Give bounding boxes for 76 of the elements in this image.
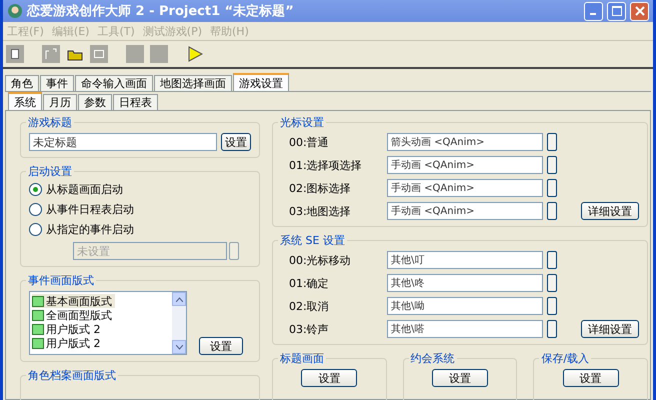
event-field: 未设置 bbox=[73, 242, 227, 260]
value-field[interactable]: 其他\呦 bbox=[387, 297, 543, 315]
chevron-down-icon bbox=[176, 344, 182, 350]
detail-button[interactable]: 详细设置 bbox=[581, 320, 639, 338]
tab[interactable]: 游戏设置 bbox=[233, 73, 289, 91]
group-heading: 保存/载入 bbox=[539, 351, 592, 366]
tab[interactable]: 地图选择画面 bbox=[154, 75, 232, 91]
play-icon bbox=[187, 46, 203, 62]
browse-button[interactable] bbox=[547, 251, 557, 269]
group-heading: 系统 SE 设置 bbox=[278, 233, 347, 248]
radio-label: 从标题画面启动 bbox=[46, 182, 123, 197]
window-title: 恋爱游戏创作大师 2 - Project1 “未定标题” bbox=[27, 2, 295, 20]
browse-button[interactable] bbox=[547, 274, 557, 292]
browse-button[interactable] bbox=[547, 179, 557, 197]
radio-button[interactable] bbox=[29, 203, 42, 216]
browse-button[interactable] bbox=[547, 320, 557, 338]
detail-button[interactable]: 详细设置 bbox=[581, 202, 639, 220]
close-button[interactable] bbox=[630, 2, 649, 20]
browse-button[interactable] bbox=[547, 133, 557, 151]
maximize-button[interactable] bbox=[607, 2, 626, 20]
row-label: 03:地图选择 bbox=[289, 204, 352, 218]
tab[interactable]: 命令输入画面 bbox=[75, 75, 153, 91]
radio-button[interactable] bbox=[29, 183, 42, 196]
value-field[interactable]: 其他\嗒 bbox=[387, 320, 543, 338]
browse-button[interactable] bbox=[547, 297, 557, 315]
browse-button[interactable] bbox=[547, 202, 557, 220]
row-label: 02:图标选择 bbox=[289, 180, 352, 196]
title-field[interactable]: 未定标题 bbox=[29, 133, 217, 151]
value-field[interactable]: 手动画 <QAnim> bbox=[387, 156, 543, 174]
tab[interactable]: 日程表 bbox=[113, 94, 158, 110]
row-label: 00:光标移动 bbox=[289, 252, 352, 268]
value-field[interactable]: 其他\咚 bbox=[387, 274, 543, 292]
tab[interactable]: 参数 bbox=[78, 94, 112, 110]
toolbar-button[interactable] bbox=[186, 45, 204, 63]
list-item[interactable]: 用户版式 2 bbox=[32, 336, 104, 350]
scrollbar[interactable] bbox=[172, 292, 186, 354]
value-field[interactable]: 手动画 <QAnim> bbox=[387, 179, 543, 197]
value-field[interactable]: 箭头动画 <QAnim> bbox=[387, 133, 543, 151]
minimize-button[interactable] bbox=[584, 2, 603, 20]
radio-label: 从事件日程表启动 bbox=[46, 202, 134, 217]
group-heading: 游戏标题 bbox=[26, 115, 74, 130]
close-icon bbox=[634, 6, 644, 16]
list-item[interactable]: 用户版式 2 bbox=[32, 322, 104, 336]
tab[interactable]: 系统 bbox=[8, 92, 42, 110]
tab[interactable]: 角色 bbox=[5, 75, 39, 91]
browse-button[interactable] bbox=[547, 156, 557, 174]
row-label: 01:选择项选择 bbox=[289, 158, 363, 172]
row-label: 03:铃声 bbox=[289, 322, 330, 336]
chevron-up-icon bbox=[176, 296, 182, 302]
group-heading: 约会系统 bbox=[408, 351, 457, 366]
group-heading: 启动设置 bbox=[26, 164, 74, 179]
group-heading: 光标设置 bbox=[278, 115, 326, 130]
set-button[interactable]: 设置 bbox=[432, 369, 488, 387]
group-heading: 标题画面 bbox=[278, 351, 326, 366]
radio-label: 从指定的事件启动 bbox=[46, 222, 134, 237]
set-button[interactable]: 设置 bbox=[301, 369, 358, 387]
app-icon bbox=[7, 3, 23, 19]
radio-button[interactable] bbox=[29, 223, 42, 236]
group-heading: 角色档案画面版式 bbox=[26, 368, 118, 383]
group-heading: 事件画面版式 bbox=[26, 273, 96, 288]
row-label: 02:取消 bbox=[289, 298, 330, 314]
set-button[interactable]: 设置 bbox=[199, 337, 243, 355]
row-label: 01:确定 bbox=[289, 276, 330, 290]
set-button[interactable]: 设置 bbox=[562, 369, 619, 387]
frame-icon bbox=[45, 48, 57, 60]
maximize-icon bbox=[612, 6, 622, 16]
value-field[interactable]: 其他\叮 bbox=[387, 251, 543, 269]
list-item[interactable]: 基本画面版式 bbox=[32, 294, 115, 308]
screen-icon bbox=[94, 50, 104, 58]
page-icon bbox=[11, 49, 19, 59]
row-label: 00:普通 bbox=[289, 134, 330, 150]
value-field[interactable]: 手动画 <QAnim> bbox=[387, 202, 543, 220]
list-item[interactable]: 全画面型版式 bbox=[32, 308, 115, 322]
tab[interactable]: 月历 bbox=[43, 94, 77, 110]
tab[interactable]: 事件 bbox=[40, 75, 74, 91]
set-button[interactable]: 设置 bbox=[221, 133, 251, 151]
